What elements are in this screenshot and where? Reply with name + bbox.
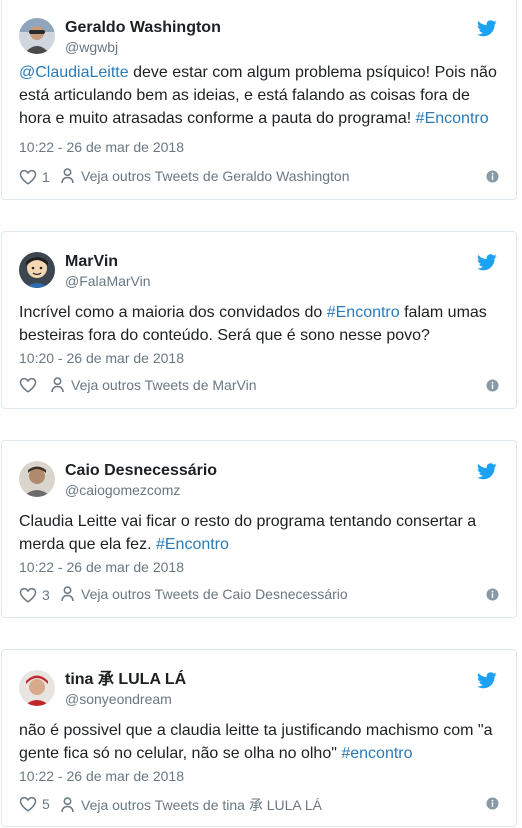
author-display-name[interactable]: MarVin: [65, 252, 151, 272]
person-icon: [61, 168, 74, 184]
person-icon: [61, 797, 74, 813]
like-button[interactable]: [19, 377, 42, 393]
twitter-bird-icon[interactable]: [477, 254, 497, 271]
avatar[interactable]: [19, 252, 55, 288]
heart-icon: [19, 587, 37, 603]
view-more-tweets-label: Veja outros Tweets de MarVin: [71, 377, 257, 393]
person-icon: [61, 586, 74, 602]
author-names: Geraldo Washington @wgwbj: [65, 18, 221, 56]
twitter-bird-icon[interactable]: [477, 672, 497, 689]
hashtag-link[interactable]: #encontro: [341, 745, 412, 762]
avatar[interactable]: [19, 461, 55, 497]
like-count: 3: [42, 587, 50, 603]
tweet-actions: 5 Veja outros Tweets de tina 承 LULA LÁ: [19, 795, 499, 815]
tweet-card: Geraldo Washington @wgwbj @ClaudiaLeitte…: [1, 0, 517, 200]
like-button[interactable]: 1: [19, 168, 50, 186]
tweet-feed: Geraldo Washington @wgwbj @ClaudiaLeitte…: [0, 0, 522, 828]
info-icon[interactable]: [486, 797, 499, 810]
info-icon[interactable]: [486, 379, 499, 392]
twitter-bird-icon[interactable]: [477, 463, 497, 480]
tweet-text: Claudia Leitte vai ficar o resto do prog…: [19, 510, 499, 556]
author-names: MarVin @FalaMarVin: [65, 252, 151, 290]
tweet-timestamp[interactable]: 10:22 - 26 de mar de 2018: [19, 139, 184, 155]
author-handle[interactable]: @wgwbj: [65, 38, 221, 56]
tweet-actions: Veja outros Tweets de MarVin: [19, 377, 499, 397]
hashtag-link[interactable]: #Encontro: [156, 536, 229, 553]
like-button[interactable]: 3: [19, 586, 50, 604]
author-display-name[interactable]: tina 承 LULA LÁ: [65, 670, 186, 690]
heart-icon: [19, 377, 37, 393]
tweet-text: não é possivel que a claudia leitte ta j…: [19, 719, 499, 765]
tweet-timestamp[interactable]: 10:22 - 26 de mar de 2018: [19, 768, 184, 784]
tweet-actions: 1 Veja outros Tweets de Geraldo Washingt…: [19, 168, 499, 188]
author-display-name[interactable]: Geraldo Washington: [65, 18, 221, 38]
tweet-text: Incrível como a maioria dos convidados d…: [19, 301, 499, 347]
like-button[interactable]: 5: [19, 795, 50, 813]
person-icon: [51, 377, 64, 393]
tweet-text-segment: não é possivel que a claudia leitte ta j…: [19, 722, 493, 762]
tweet-header: tina 承 LULA LÁ @sonyeondream: [19, 670, 499, 708]
avatar[interactable]: [19, 670, 55, 706]
view-more-tweets-label: Veja outros Tweets de tina 承 LULA LÁ: [81, 797, 323, 813]
author-display-name[interactable]: Caio Desnecessário: [65, 461, 217, 481]
tweet-card: Caio Desnecessário @caiogomezcomz Claudi…: [1, 440, 517, 618]
tweet-header: MarVin @FalaMarVin: [19, 252, 499, 290]
author-handle[interactable]: @sonyeondream: [65, 690, 186, 708]
info-icon[interactable]: [486, 170, 499, 183]
hashtag-link[interactable]: #Encontro: [416, 110, 489, 127]
tweet-text-segment: Claudia Leitte vai ficar o resto do prog…: [19, 513, 477, 553]
view-more-tweets-link[interactable]: Veja outros Tweets de Caio Desnecessário: [61, 586, 348, 602]
info-icon[interactable]: [486, 588, 499, 601]
twitter-bird-icon[interactable]: [477, 20, 497, 37]
author-handle[interactable]: @caiogomezcomz: [65, 481, 217, 499]
tweet-timestamp[interactable]: 10:20 - 26 de mar de 2018: [19, 350, 184, 366]
view-more-tweets-label: Veja outros Tweets de Geraldo Washington: [81, 168, 350, 184]
mention-link[interactable]: @ClaudiaLeitte: [19, 64, 129, 81]
author-handle[interactable]: @FalaMarVin: [65, 272, 151, 290]
tweet-header: Geraldo Washington @wgwbj: [19, 18, 499, 56]
tweet-actions: 3 Veja outros Tweets de Caio Desnecessár…: [19, 586, 499, 606]
tweet-header: Caio Desnecessário @caiogomezcomz: [19, 461, 499, 499]
tweet-timestamp[interactable]: 10:22 - 26 de mar de 2018: [19, 559, 184, 575]
avatar[interactable]: [19, 18, 55, 54]
like-count: 5: [42, 796, 50, 812]
view-more-tweets-link[interactable]: Veja outros Tweets de MarVin: [51, 377, 256, 393]
tweet-text-segment: Incrível como a maioria dos convidados d…: [19, 304, 327, 321]
hashtag-link[interactable]: #Encontro: [327, 304, 400, 321]
view-more-tweets-label: Veja outros Tweets de Caio Desnecessário: [81, 586, 348, 602]
heart-icon: [19, 169, 37, 185]
author-names: tina 承 LULA LÁ @sonyeondream: [65, 670, 186, 708]
like-count: 1: [42, 169, 50, 185]
tweet-text: @ClaudiaLeitte deve estar com algum prob…: [19, 61, 499, 130]
tweet-card: MarVin @FalaMarVin Incrível como a maior…: [1, 231, 517, 409]
author-names: Caio Desnecessário @caiogomezcomz: [65, 461, 217, 499]
tweet-card: tina 承 LULA LÁ @sonyeondream não é possi…: [1, 649, 517, 827]
heart-icon: [19, 796, 37, 812]
view-more-tweets-link[interactable]: Veja outros Tweets de tina 承 LULA LÁ: [61, 795, 322, 815]
view-more-tweets-link[interactable]: Veja outros Tweets de Geraldo Washington: [61, 168, 350, 184]
